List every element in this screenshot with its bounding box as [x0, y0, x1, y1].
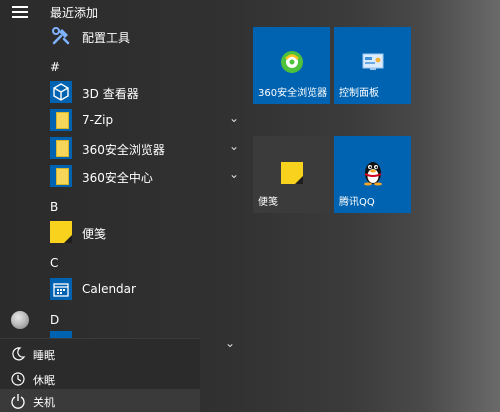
tools-icon [52, 27, 70, 45]
tile-label: 360安全浏览器 [258, 88, 328, 99]
power-menu-item-sleep[interactable]: 睡眠 [0, 342, 200, 366]
control-panel-icon [362, 53, 384, 70]
tile-control-panel[interactable]: 控制面板 [334, 27, 411, 104]
power-menu-label: 休眠 [33, 374, 55, 387]
folder-icon [50, 109, 72, 131]
tile-label: 便笺 [258, 197, 278, 208]
folder-icon [50, 137, 72, 159]
app-label: 7-Zip [82, 113, 114, 127]
sticky-note-icon [281, 162, 303, 184]
hamburger-menu-icon[interactable] [12, 6, 28, 18]
moon-icon [12, 347, 26, 361]
chevron-down-icon[interactable]: ⌄ [229, 139, 239, 153]
app-item-calendar[interactable]: Calendar [40, 275, 245, 303]
app-label: 360安全中心 [82, 171, 153, 185]
3d-viewer-icon [50, 81, 72, 103]
app-item-sticky-notes[interactable]: 便笺 [40, 218, 245, 246]
calendar-icon [50, 278, 72, 300]
app-label: Calendar [82, 282, 136, 296]
power-icon [11, 394, 25, 409]
app-label: 3D 查看器 [82, 87, 139, 101]
recently-added-header: 最近添加 [50, 6, 99, 20]
tile-sticky-notes[interactable]: 便笺 [253, 136, 330, 213]
chevron-down-icon[interactable]: ⌄ [229, 167, 239, 181]
app-item-360-browser[interactable]: 360安全浏览器 ⌄ [40, 134, 245, 162]
section-header-d[interactable]: D [50, 313, 59, 327]
tile-tencent-qq[interactable]: 腾讯QQ [334, 136, 411, 213]
power-menu-item-shutdown[interactable]: 关机 [0, 389, 200, 412]
power-menu-item-hibernate[interactable]: 休眠 [0, 367, 200, 391]
folder-icon [50, 165, 72, 187]
section-header-b[interactable]: B [50, 200, 58, 214]
power-menu: 睡眠 休眠 关机 [0, 338, 200, 412]
360-browser-icon [281, 51, 303, 73]
power-menu-label: 关机 [33, 396, 55, 409]
app-item-3d-viewer[interactable]: 3D 查看器 [40, 78, 245, 106]
section-header-hash[interactable]: # [50, 60, 60, 74]
tile-label: 控制面板 [339, 88, 379, 99]
app-item-360-security[interactable]: 360安全中心 ⌄ [40, 162, 245, 190]
app-label: 360安全浏览器 [82, 143, 165, 157]
qq-penguin-icon [364, 162, 382, 186]
chevron-down-icon[interactable]: ⌄ [229, 111, 239, 125]
app-item-config-tools[interactable]: 配置工具 [40, 22, 245, 50]
tile-360-browser[interactable]: 360安全浏览器 [253, 27, 330, 104]
chevron-down-icon[interactable]: ⌄ [225, 336, 494, 350]
app-label: 配置工具 [82, 31, 131, 45]
app-item-7zip[interactable]: 7-Zip ⌄ [40, 106, 245, 134]
tile-label: 腾讯QQ [339, 197, 375, 208]
app-label: 便笺 [82, 227, 107, 241]
power-menu-label: 睡眠 [33, 349, 55, 362]
section-header-c[interactable]: C [50, 256, 58, 270]
clock-icon [11, 372, 25, 386]
sticky-note-icon [50, 221, 72, 243]
user-avatar[interactable] [11, 311, 29, 329]
